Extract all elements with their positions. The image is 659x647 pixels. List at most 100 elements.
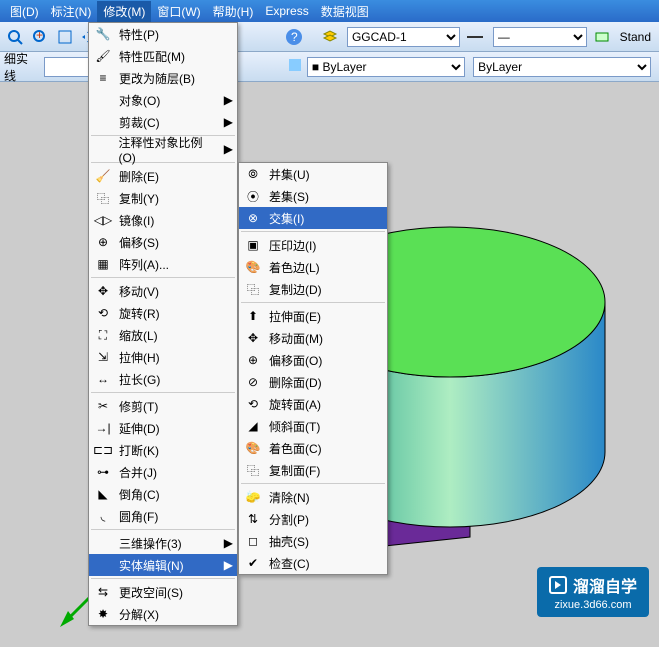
mi-clip[interactable]: 剪裁(C)▶ <box>89 111 237 133</box>
intersect-icon: ⊗ <box>243 210 263 226</box>
layer-icon[interactable] <box>318 25 341 49</box>
mi-rotate-face[interactable]: ⟲旋转面(A) <box>239 393 387 415</box>
offset-icon: ⊕ <box>93 234 113 250</box>
mi-separate[interactable]: ⇅分割(P) <box>239 508 387 530</box>
copy-edge-icon: ⿻ <box>243 281 263 297</box>
mi-clean[interactable]: 🧽清除(N) <box>239 486 387 508</box>
mi-scale[interactable]: ⛶缩放(L) <box>89 324 237 346</box>
color-select[interactable]: ■ ByLayer <box>307 57 465 77</box>
mi-copy[interactable]: ⿻复制(Y) <box>89 187 237 209</box>
mi-3d-ops[interactable]: 三维操作(3)▶ <box>89 532 237 554</box>
mi-match-properties[interactable]: 🖌特性匹配(M) <box>89 45 237 67</box>
color-face-icon: 🎨 <box>243 440 263 456</box>
mi-offset[interactable]: ⊕偏移(S) <box>89 231 237 253</box>
mi-extrude-face[interactable]: ⬆拉伸面(E) <box>239 305 387 327</box>
menu-express[interactable]: Express <box>259 2 314 20</box>
layer-select[interactable]: GGCAD-1 <box>347 27 460 47</box>
text-style-icon[interactable] <box>591 25 614 49</box>
play-logo-icon <box>549 576 567 594</box>
menu-help[interactable]: 帮助(H) <box>207 1 260 22</box>
mi-intersect[interactable]: ⊗交集(I) <box>239 207 387 229</box>
move-icon: ✥ <box>93 283 113 299</box>
delete-face-icon: ⊘ <box>243 374 263 390</box>
mi-color-face[interactable]: 🎨着色面(C) <box>239 437 387 459</box>
separate-icon: ⇅ <box>243 511 263 527</box>
text-style-button[interactable]: Stand <box>616 28 655 46</box>
lengthen-icon: ↔ <box>93 371 113 387</box>
mi-rotate[interactable]: ⟲旋转(R) <box>89 302 237 324</box>
color-prop-icon[interactable] <box>287 57 303 76</box>
mirror-icon: ◁▷ <box>93 212 113 228</box>
shell-icon: ◻ <box>243 533 263 549</box>
mi-move-face[interactable]: ✥移动面(M) <box>239 327 387 349</box>
imprint-icon: ▣ <box>243 237 263 253</box>
explode-icon: ✸ <box>93 606 113 622</box>
mi-move[interactable]: ✥移动(V) <box>89 280 237 302</box>
move-face-icon: ✥ <box>243 330 263 346</box>
mi-taper-face[interactable]: ◢倾斜面(T) <box>239 415 387 437</box>
mi-break[interactable]: ⊏⊐打断(K) <box>89 439 237 461</box>
mi-chamfer[interactable]: ◣倒角(C) <box>89 483 237 505</box>
mi-stretch[interactable]: ⇲拉伸(H) <box>89 346 237 368</box>
zoom-plus-icon[interactable]: + <box>29 25 52 49</box>
lineweight-select[interactable]: ByLayer <box>473 57 651 77</box>
mi-solid-editing[interactable]: 实体编辑(N)▶ <box>89 554 237 576</box>
mi-trim[interactable]: ✂修剪(T) <box>89 395 237 417</box>
mi-change-space[interactable]: ⇆更改空间(S) <box>89 581 237 603</box>
taper-face-icon: ◢ <box>243 418 263 434</box>
menu-draw[interactable]: 图(D) <box>4 1 45 22</box>
mi-shell[interactable]: ◻抽壳(S) <box>239 530 387 552</box>
watermark-brand: 溜溜自学 <box>573 573 637 597</box>
mi-delete-face[interactable]: ⊘删除面(D) <box>239 371 387 393</box>
rotate-face-icon: ⟲ <box>243 396 263 412</box>
mi-join[interactable]: ⊶合并(J) <box>89 461 237 483</box>
join-icon: ⊶ <box>93 464 113 480</box>
menu-dimension[interactable]: 标注(N) <box>45 1 98 22</box>
mi-erase[interactable]: 🧹删除(E) <box>89 165 237 187</box>
mi-imprint-edge[interactable]: ▣压印边(I) <box>239 234 387 256</box>
mi-annotative-scale[interactable]: 注释性对象比例(O)▶ <box>89 138 237 160</box>
mi-explode[interactable]: ✸分解(X) <box>89 603 237 625</box>
menu-modify[interactable]: 修改(M) <box>97 1 151 22</box>
match-prop-icon: 🖌 <box>93 48 113 64</box>
chspace-icon: ⇆ <box>93 584 113 600</box>
zoom-extents-icon[interactable] <box>53 25 76 49</box>
mi-offset-face[interactable]: ⊕偏移面(O) <box>239 349 387 371</box>
menu-dataview[interactable]: 数据视图 <box>315 1 375 22</box>
mi-change-bylayer[interactable]: ≡更改为随层(B) <box>89 67 237 89</box>
mi-lengthen[interactable]: ↔拉长(G) <box>89 368 237 390</box>
watermark-url: zixue.3d66.com <box>554 599 631 611</box>
color-edge-icon: 🎨 <box>243 259 263 275</box>
dash-select[interactable]: — <box>493 27 587 47</box>
mi-extend[interactable]: →|延伸(D) <box>89 417 237 439</box>
mi-copy-face[interactable]: ⿻复制面(F) <box>239 459 387 481</box>
union-icon: ⦾ <box>243 166 263 182</box>
menu-window[interactable]: 窗口(W) <box>151 1 206 22</box>
zoom-window-icon[interactable] <box>4 25 27 49</box>
mi-copy-edge[interactable]: ⿻复制边(D) <box>239 278 387 300</box>
offset-face-icon: ⊕ <box>243 352 263 368</box>
clean-icon: 🧽 <box>243 489 263 505</box>
mi-array[interactable]: ▦阵列(A)... <box>89 253 237 275</box>
scale-icon: ⛶ <box>93 327 113 343</box>
mi-fillet[interactable]: ◟圆角(F) <box>89 505 237 527</box>
linetype-brush-icon[interactable] <box>464 25 487 49</box>
mi-color-edge[interactable]: 🎨着色边(L) <box>239 256 387 278</box>
subtract-icon: ⦿ <box>243 188 263 204</box>
submenu-arrow-icon: ▶ <box>224 536 233 550</box>
mi-union[interactable]: ⦾并集(U) <box>239 163 387 185</box>
break-icon: ⊏⊐ <box>93 442 113 458</box>
submenu-arrow-icon: ▶ <box>224 142 233 156</box>
mi-properties[interactable]: 🔧特性(P) <box>89 23 237 45</box>
extend-icon: →| <box>93 420 113 436</box>
menu-bar: 图(D) 标注(N) 修改(M) 窗口(W) 帮助(H) Express 数据视… <box>0 0 659 22</box>
mi-check[interactable]: ✔检查(C) <box>239 552 387 574</box>
modify-dropdown: 🔧特性(P) 🖌特性匹配(M) ≡更改为随层(B) 对象(O)▶ 剪裁(C)▶ … <box>88 22 238 626</box>
mi-subtract[interactable]: ⦿差集(S) <box>239 185 387 207</box>
properties-icon: 🔧 <box>93 26 113 42</box>
erase-icon: 🧹 <box>93 168 113 184</box>
mi-mirror[interactable]: ◁▷镜像(I) <box>89 209 237 231</box>
help-icon[interactable]: ? <box>282 25 305 49</box>
submenu-arrow-icon: ▶ <box>224 115 233 129</box>
mi-object[interactable]: 对象(O)▶ <box>89 89 237 111</box>
